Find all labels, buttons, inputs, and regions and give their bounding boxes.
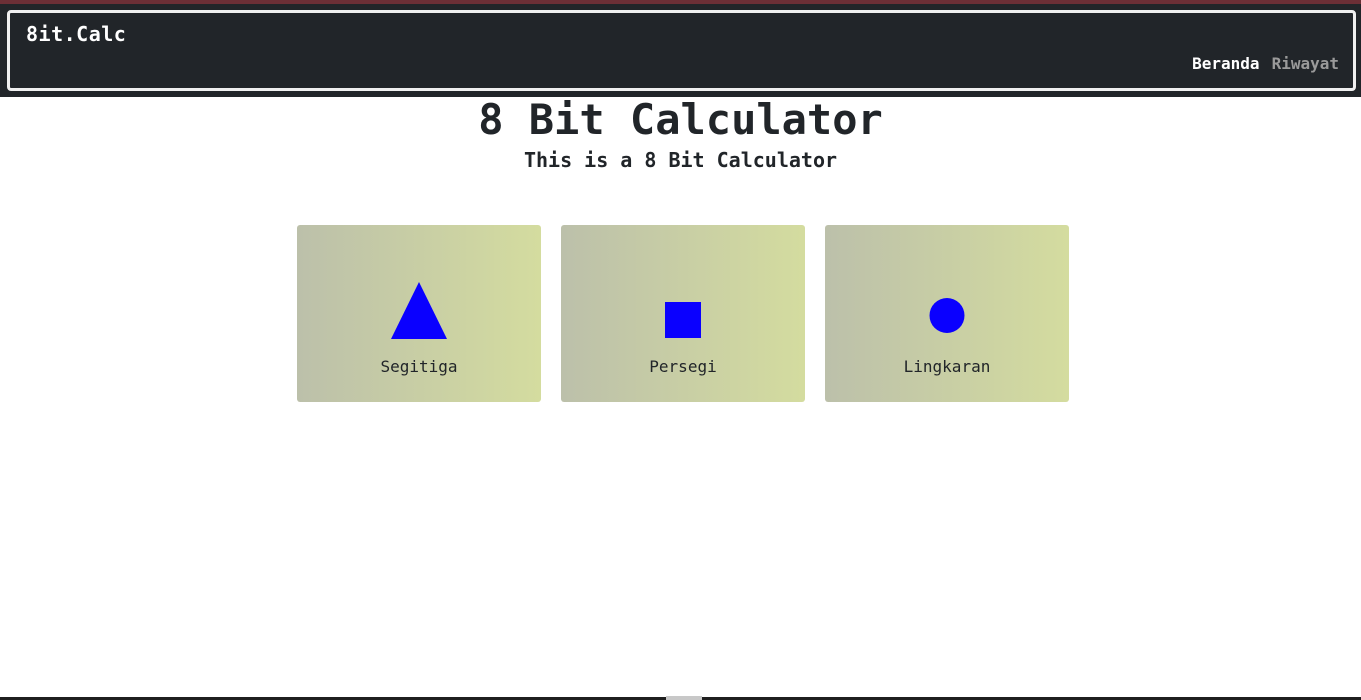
page-subtitle: This is a 8 Bit Calculator xyxy=(523,148,838,172)
circle-icon xyxy=(929,298,965,333)
card-segitiga[interactable]: Segitiga xyxy=(297,225,541,402)
card-persegi[interactable]: Persegi xyxy=(561,225,805,402)
card-label-lingkaran: Lingkaran xyxy=(903,357,991,376)
card-label-persegi: Persegi xyxy=(649,357,717,376)
navbar: 8it.Calc Beranda Riwayat xyxy=(0,4,1361,97)
shape-cards: Segitiga Persegi Lingkaran xyxy=(297,225,1069,402)
brand-logo[interactable]: 8it.Calc xyxy=(26,22,126,46)
nav-link-beranda[interactable]: Beranda xyxy=(1192,54,1259,73)
triangle-icon xyxy=(391,282,447,339)
square-icon xyxy=(665,302,701,338)
page-title: 8 Bit Calculator xyxy=(478,95,883,144)
nav-links: Beranda Riwayat xyxy=(1192,54,1339,73)
nav-link-riwayat[interactable]: Riwayat xyxy=(1272,54,1339,73)
scroll-handle[interactable] xyxy=(666,696,702,700)
card-lingkaran[interactable]: Lingkaran xyxy=(825,225,1069,402)
navbar-frame: 8it.Calc Beranda Riwayat xyxy=(7,10,1356,91)
card-label-segitiga: Segitiga xyxy=(380,357,458,376)
